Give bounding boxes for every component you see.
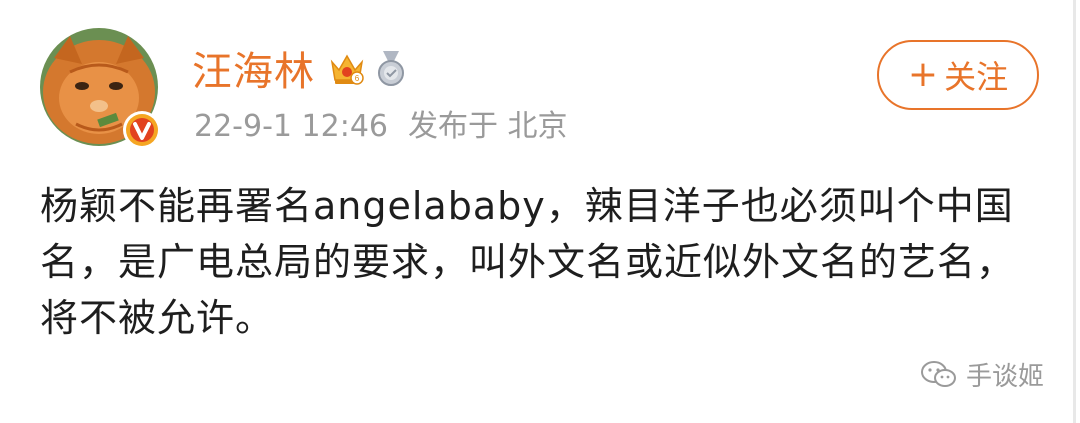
post-source: 发布于 北京 [408, 109, 568, 144]
avatar-container[interactable] [40, 28, 161, 149]
post-text: 杨颖不能再署名angelababy，辣目洋子也必须叫个中国名，是广电总局的要求，… [40, 184, 1016, 340]
verified-v-icon [123, 111, 161, 149]
scrollbar[interactable] [1073, 0, 1076, 423]
plus-icon: + [907, 54, 939, 95]
medal-icon[interactable] [373, 49, 409, 87]
follow-label: 关注 [944, 58, 1009, 96]
crown-vip-icon[interactable]: 6 [327, 48, 367, 88]
post-timestamp: 22-9-1 12:46 [194, 109, 388, 144]
username-row: 汪海林 6 [192, 38, 409, 98]
weibo-post-card: 汪海林 6 22-9-1 12:46 发布于 北京 + 关注 杨颖不能再署名ang… [0, 0, 1080, 423]
watermark: 手谈姬 [920, 356, 1044, 393]
wechat-icon [921, 360, 956, 387]
username[interactable]: 汪海林 [192, 39, 315, 97]
svg-text:6: 6 [355, 74, 360, 83]
follow-button[interactable]: + 关注 [877, 40, 1039, 110]
post-meta: 22-9-1 12:46 发布于 北京 [194, 101, 568, 145]
watermark-label: 手谈姬 [966, 362, 1045, 392]
